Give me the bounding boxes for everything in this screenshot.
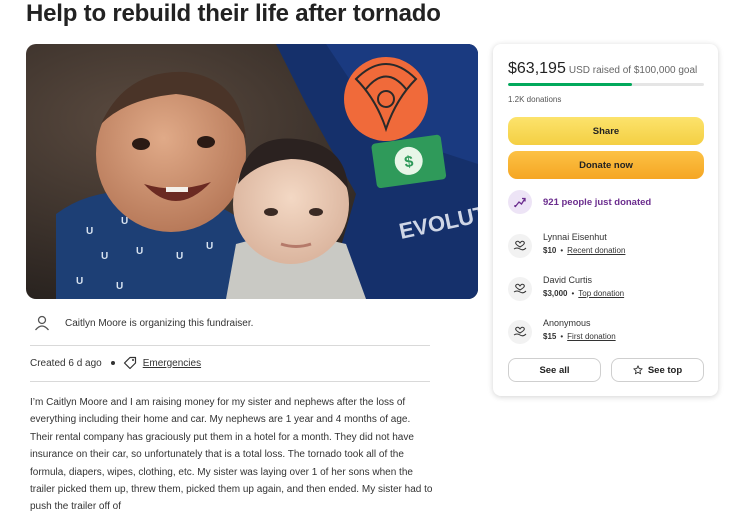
- donor-amount: $3,000: [543, 289, 568, 298]
- category-link[interactable]: Emergencies: [143, 358, 201, 369]
- donation-heart-icon: [508, 320, 532, 344]
- story-text: I’m Caitlyn Moore and I am raising money…: [30, 397, 433, 513]
- donation-tag[interactable]: Top donation: [578, 289, 624, 298]
- see-top-button[interactable]: See top: [611, 358, 704, 382]
- raised-amount: $63,195 USD raised of $100,000 goal: [508, 60, 697, 78]
- trending-text: 921 people just donated: [543, 196, 652, 208]
- donor-name: David Curtis: [543, 275, 593, 285]
- separator-dot: [110, 361, 115, 365]
- donor-amount: $10: [543, 246, 557, 255]
- organizer-text: Caitlyn Moore is organizing this fundrai…: [65, 317, 254, 329]
- svg-text:U: U: [76, 276, 83, 287]
- hero-image[interactable]: $ EVOLUT UUU UUU UUU: [26, 44, 478, 299]
- svg-text:U: U: [136, 246, 143, 257]
- see-all-button[interactable]: See all: [508, 358, 601, 382]
- svg-text:U: U: [86, 226, 93, 237]
- donor-name: Anonymous: [543, 318, 591, 328]
- progress-bar: [508, 83, 704, 86]
- donor-item: Lynnai Eisenhut $10 • Recent donation: [508, 231, 625, 258]
- raised-value: $63,195: [508, 60, 566, 77]
- tag-icon: [123, 356, 137, 370]
- svg-text:U: U: [121, 216, 128, 227]
- donor-item: David Curtis $3,000 • Top donation: [508, 274, 624, 301]
- divider: [30, 381, 430, 382]
- trending-up-icon: [508, 190, 532, 214]
- donation-tag[interactable]: Recent donation: [567, 246, 625, 255]
- donation-count: 1.2K donations: [508, 95, 562, 104]
- svg-text:U: U: [176, 251, 183, 262]
- donor-name: Lynnai Eisenhut: [543, 232, 607, 242]
- donor-item: Anonymous $15 • First donation: [508, 317, 616, 344]
- campaign-meta: Created 6 d ago Emergencies: [30, 354, 201, 372]
- star-icon: [633, 365, 643, 375]
- see-all-label: See all: [539, 364, 570, 376]
- svg-text:U: U: [206, 241, 213, 252]
- progress-fill: [508, 83, 632, 86]
- raised-goal: USD raised of $100,000 goal: [568, 65, 698, 76]
- donor-amount: $15: [543, 332, 557, 341]
- share-button[interactable]: Share: [508, 117, 704, 145]
- svg-text:U: U: [116, 281, 123, 292]
- user-icon: [30, 311, 54, 335]
- donation-heart-icon: [508, 277, 532, 301]
- page-title: Help to rebuild their life after tornado: [26, 0, 441, 27]
- see-top-label: See top: [647, 364, 683, 376]
- donation-heart-icon: [508, 234, 532, 258]
- donation-tag[interactable]: First donation: [567, 332, 615, 341]
- organizer-row: Caitlyn Moore is organizing this fundrai…: [30, 309, 430, 337]
- trending-row: 921 people just donated: [508, 190, 651, 214]
- divider: [30, 345, 430, 346]
- svg-text:U: U: [101, 251, 108, 262]
- donate-button[interactable]: Donate now: [508, 151, 704, 179]
- donation-card: $63,195 USD raised of $100,000 goal 1.2K …: [493, 44, 718, 396]
- created-date: Created 6 d ago: [30, 357, 102, 369]
